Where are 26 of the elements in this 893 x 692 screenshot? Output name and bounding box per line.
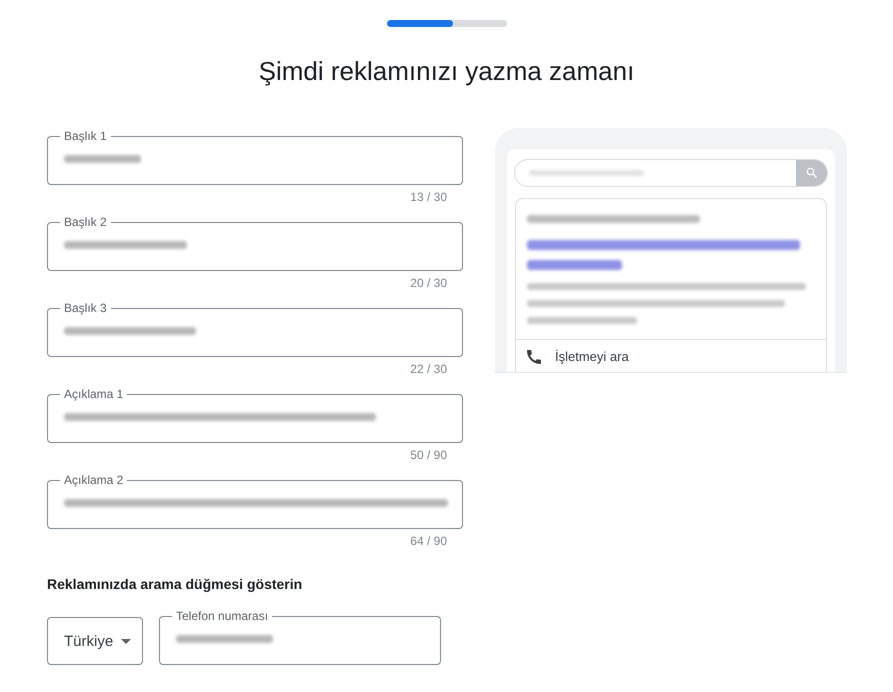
character-counter: 64 / 90 [410,533,448,549]
field-label: Telefon numarası [175,609,270,623]
input-field[interactable]: Başlık 3 [47,301,463,357]
field-label: Başlık 2 [63,215,108,229]
character-counter: 50 / 90 [410,447,448,463]
field-label: Başlık 1 [63,129,108,143]
input-field[interactable]: Açıklama 1 [47,387,463,443]
search-button[interactable] [796,160,827,186]
field-label: Başlık 3 [63,301,108,315]
character-counter: 20 / 30 [410,275,448,291]
section-heading: Reklamınızda arama düğmesi gösterin [47,575,302,593]
input-field[interactable]: Açıklama 2 [47,473,463,529]
input-field[interactable]: Telefon numarası [159,609,441,665]
character-counter: 22 / 30 [410,361,448,377]
character-counter: 13 / 30 [410,189,448,205]
phone-icon [527,350,541,364]
caret-icon [121,638,132,644]
page-title: Şimdi reklamınızı yazma zamanı [258,55,636,87]
call-label[interactable]: İşletmeyi ara [555,349,629,365]
input-field[interactable]: Başlık 1 [47,129,463,185]
field-label: Açıklama 2 [63,473,124,487]
search-icon [804,166,818,180]
search-field[interactable] [514,159,828,187]
country-dropdown[interactable]: Türkiye [47,617,143,665]
field-label: Açıklama 1 [63,387,124,401]
input-field[interactable]: Başlık 2 [47,215,463,271]
